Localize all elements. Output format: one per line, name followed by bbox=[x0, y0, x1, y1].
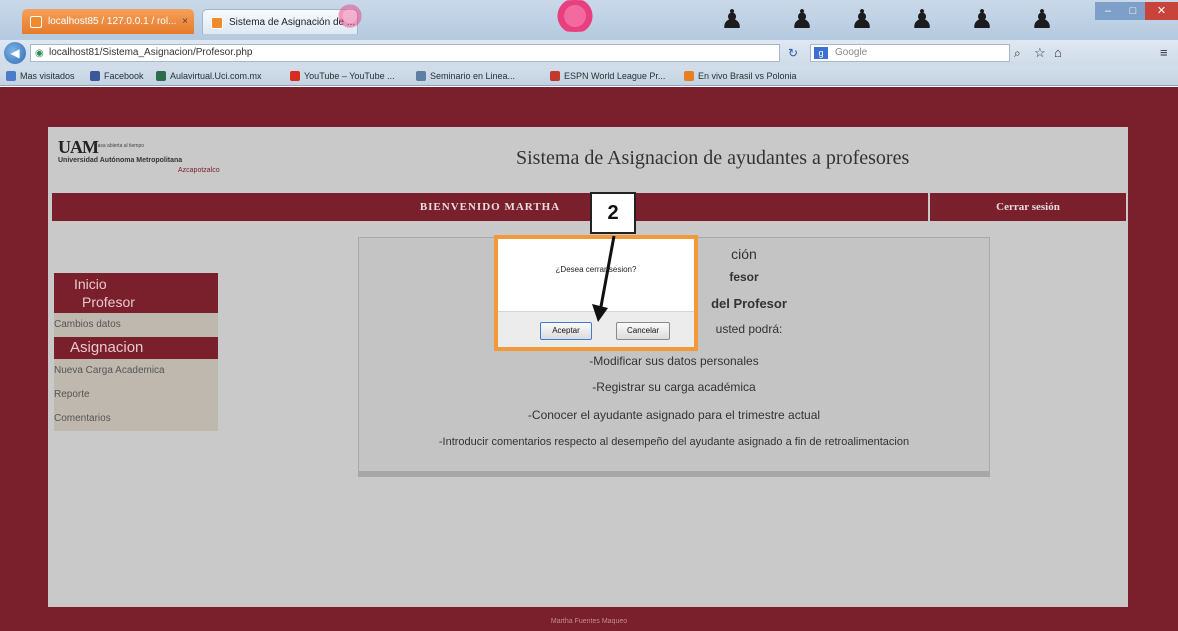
uam-logo: UAM Casa abierta al tiempo Universidad A… bbox=[58, 137, 258, 177]
bookmark-item[interactable]: Mas visitados bbox=[6, 69, 75, 83]
phpmyadmin-favicon-icon bbox=[30, 16, 42, 28]
step-callout: 2 bbox=[590, 192, 636, 234]
search-engine-icon: g bbox=[814, 47, 828, 59]
yoga-figure-decoration: ♟ bbox=[910, 4, 934, 34]
yoga-figure-decoration: ♟ bbox=[790, 4, 814, 34]
bookmark-label: En vivo Brasil vs Polonia bbox=[698, 71, 797, 81]
close-tab-icon[interactable]: × bbox=[182, 9, 188, 34]
content-profesor-text: del Profesor bbox=[711, 296, 787, 311]
bookmark-label: Facebook bbox=[104, 71, 144, 81]
menu-icon[interactable]: ≡ bbox=[1160, 44, 1168, 62]
bookmark-label: ESPN World League Pr... bbox=[564, 71, 666, 81]
bookmark-item[interactable]: YouTube – YouTube ... bbox=[290, 69, 395, 83]
page-background: UAM Casa abierta al tiempo Universidad A… bbox=[0, 87, 1178, 631]
bookmark-icon bbox=[90, 71, 100, 81]
yoga-figure-decoration: ♟ bbox=[720, 4, 744, 34]
logo-university-name: Universidad Autónoma Metropolitana bbox=[58, 157, 183, 164]
bookmarks-toolbar: Mas visitados Facebook Aulavirtual.Uci.c… bbox=[0, 66, 1178, 86]
youtube-icon bbox=[290, 71, 300, 81]
sidebar-item-nueva-carga[interactable]: Nueva Carga Academica bbox=[54, 359, 218, 383]
bookmark-icon bbox=[684, 71, 694, 81]
content-line: -Conocer el ayudante asignado para el tr… bbox=[527, 408, 821, 422]
yoga-figure-decoration: ♟ bbox=[850, 4, 874, 34]
sidebar-item-cambios-datos[interactable]: Cambios datos bbox=[54, 313, 218, 337]
theme-flower-decoration bbox=[330, 0, 370, 32]
search-placeholder: Google bbox=[835, 47, 868, 58]
window-maximize-button[interactable]: □ bbox=[1121, 2, 1145, 20]
address-bar[interactable]: ◉ localhost81/Sistema_Asignacion/Profeso… bbox=[30, 44, 780, 62]
bookmark-icon bbox=[550, 71, 560, 81]
star-bookmark-icon[interactable]: ☆ bbox=[1034, 44, 1046, 62]
sidebar-item-reporte[interactable]: Reporte bbox=[54, 383, 218, 407]
browser-tab-strip: localhost85 / 127.0.0.1 / rol... × Siste… bbox=[0, 0, 1178, 40]
content-subheading-text: fesor bbox=[729, 270, 759, 284]
window-minimize-button[interactable]: – bbox=[1095, 2, 1121, 20]
sidebar-heading-profesor: Profesor bbox=[82, 294, 135, 310]
footer-credit: Martha Fuentes Maqueo bbox=[550, 618, 628, 625]
logo-campus: Azcapotzalco bbox=[178, 167, 220, 174]
logo-mark: UAM bbox=[58, 137, 99, 157]
site-favicon-icon bbox=[211, 17, 223, 29]
bookmark-item[interactable]: Aulavirtual.Uci.com.mx bbox=[156, 69, 262, 83]
bookmark-label: Aulavirtual.Uci.com.mx bbox=[170, 71, 262, 81]
bookmark-item[interactable]: ESPN World League Pr... bbox=[550, 69, 665, 83]
yoga-figure-decoration: ♟ bbox=[970, 4, 994, 34]
back-button[interactable]: ◀ bbox=[4, 42, 26, 64]
sidebar-heading-inicio: Inicio bbox=[74, 276, 107, 292]
content-line: -Modificar sus datos personales bbox=[589, 354, 759, 368]
callout-arrow-icon bbox=[592, 235, 616, 322]
browser-tab-phpmyadmin[interactable]: localhost85 / 127.0.0.1 / rol... × bbox=[22, 9, 194, 34]
bookmark-label: Seminario en Linea... bbox=[430, 71, 516, 81]
bookmark-label: Mas visitados bbox=[20, 71, 75, 81]
search-icon[interactable]: ⌕ bbox=[1014, 44, 1021, 62]
browser-nav-bar: ◀ ◉ localhost81/Sistema_Asignacion/Profe… bbox=[0, 40, 1178, 66]
sidebar-item-comentarios[interactable]: Comentarios bbox=[54, 407, 218, 431]
sidebar-section-inicio: Inicio Profesor bbox=[54, 273, 218, 313]
page-title: Sistema de Asignacion de ayudantes a pro… bbox=[516, 147, 910, 169]
bookmark-item[interactable]: Seminario en Linea... bbox=[416, 69, 515, 83]
cancel-button[interactable]: Cancelar bbox=[616, 322, 670, 340]
search-input[interactable]: g Google bbox=[810, 44, 1010, 62]
site-identity-icon: ◉ bbox=[35, 48, 44, 59]
welcome-banner: BIENVENIDO MARTHA bbox=[52, 193, 928, 221]
bookmark-item[interactable]: Facebook bbox=[90, 69, 144, 83]
logo-tagline: Casa abierta al tiempo bbox=[94, 143, 145, 149]
window-close-button[interactable]: ✕ bbox=[1145, 2, 1178, 20]
bookmark-label: YouTube – YouTube ... bbox=[304, 71, 395, 81]
sidebar-heading-asignacion: Asignacion bbox=[54, 337, 218, 359]
tab-label: localhost85 / 127.0.0.1 / rol... bbox=[48, 16, 177, 27]
sidebar: Inicio Profesor Cambios datos Asignacion… bbox=[54, 273, 218, 431]
bookmark-item[interactable]: En vivo Brasil vs Polonia bbox=[684, 69, 797, 83]
url-text: localhost81/Sistema_Asignacion/Profesor.… bbox=[49, 47, 253, 58]
content-intro-text: usted podrá: bbox=[715, 322, 783, 336]
yoga-figure-decoration: ♟ bbox=[1030, 4, 1054, 34]
content-heading-text: ción bbox=[731, 246, 757, 262]
content-line: -Introducir comentarios respecto al dese… bbox=[438, 436, 910, 448]
reload-icon[interactable]: ↻ bbox=[788, 44, 804, 62]
bookmark-icon bbox=[416, 71, 426, 81]
content-line: -Registrar su carga académica bbox=[592, 380, 756, 394]
accept-button[interactable]: Aceptar bbox=[540, 322, 592, 340]
home-icon[interactable]: ⌂ bbox=[1054, 44, 1062, 62]
bookmark-icon bbox=[6, 71, 16, 81]
main-panel: UAM Casa abierta al tiempo Universidad A… bbox=[48, 127, 1128, 607]
logout-button[interactable]: Cerrar sesión bbox=[930, 193, 1126, 221]
theme-flower-decoration bbox=[540, 0, 610, 32]
bookmark-icon bbox=[156, 71, 166, 81]
